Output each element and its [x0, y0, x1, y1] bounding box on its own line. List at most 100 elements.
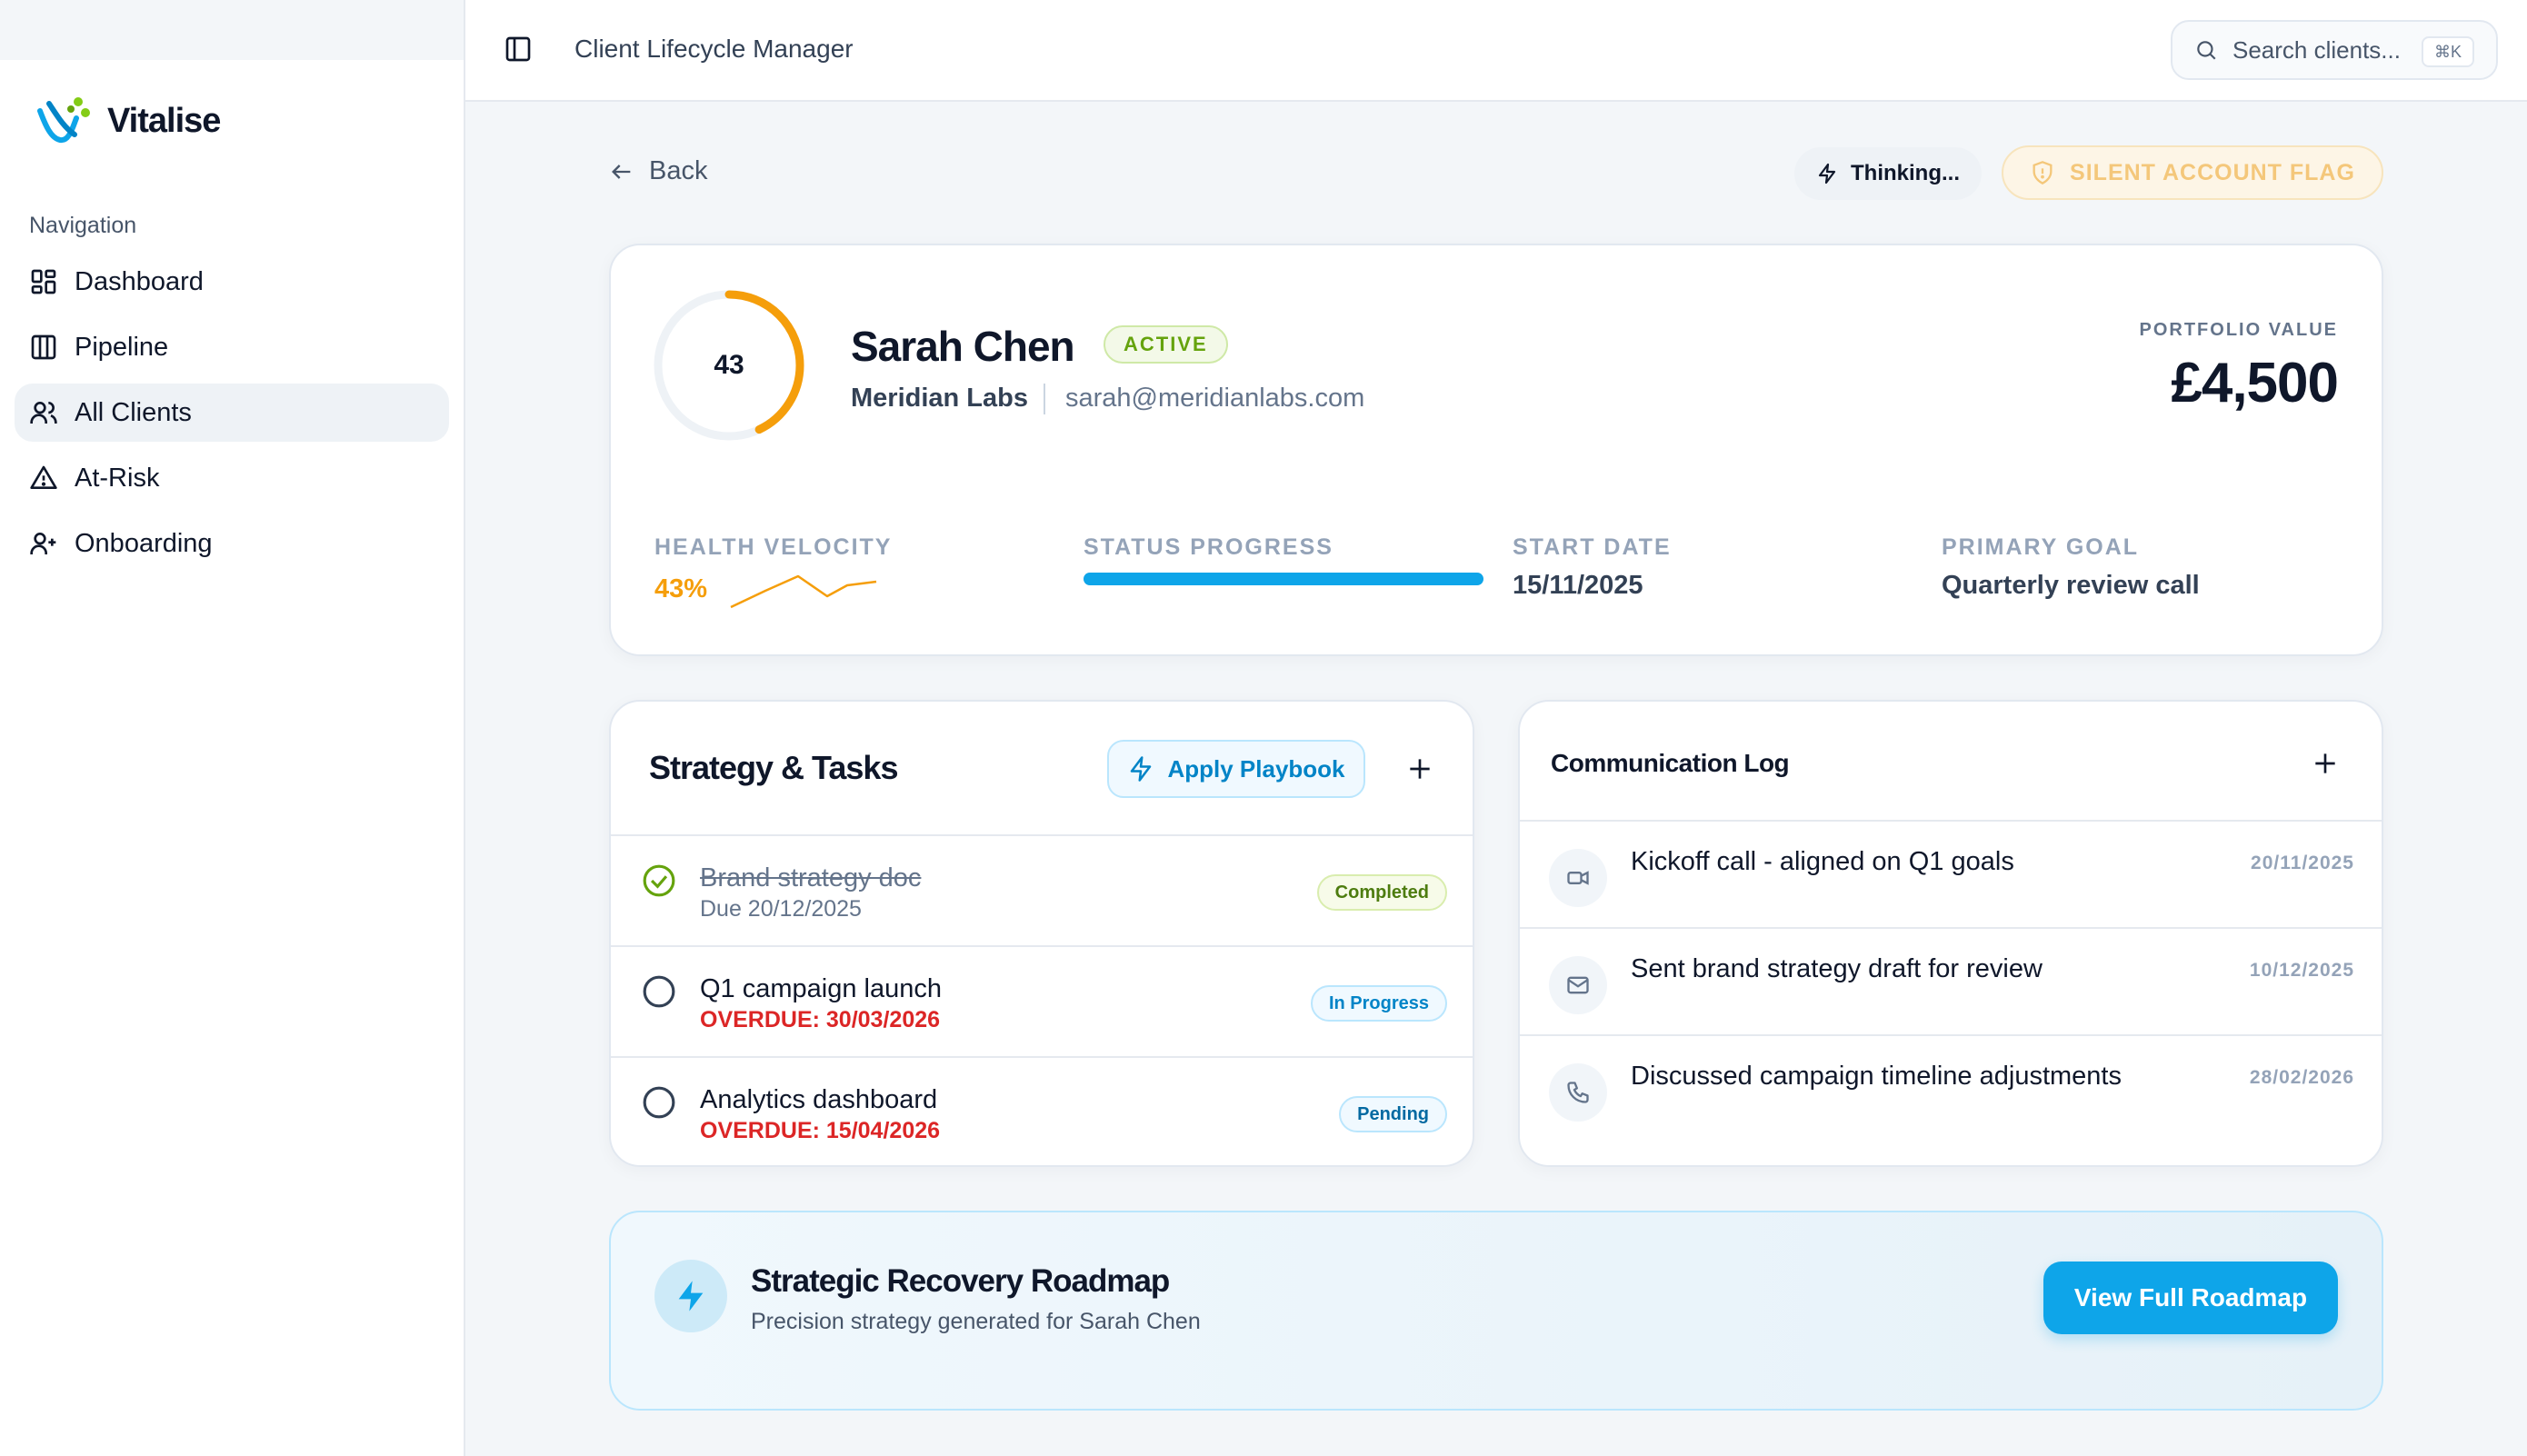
start-date-label: START DATE — [1513, 534, 1672, 560]
view-roadmap-button[interactable]: View Full Roadmap — [2043, 1262, 2338, 1334]
log-icon-wrap — [1549, 849, 1607, 907]
task-due: OVERDUE: 15/04/2026 — [700, 1118, 941, 1143]
add-task-icon[interactable] — [1405, 754, 1434, 783]
client-profile-card: 43 Sarah Chen ACTIVE Meridian Labs sarah… — [609, 244, 2383, 656]
sidebar-item-all-clients[interactable]: All Clients — [15, 384, 449, 442]
back-label: Back — [649, 156, 708, 185]
empty-circle-icon[interactable] — [642, 1085, 676, 1120]
apply-playbook-label: Apply Playbook — [1167, 754, 1345, 783]
divider — [1044, 384, 1045, 414]
sidebar: Vitalise Navigation Dashboard Pipeline A… — [0, 0, 465, 1456]
log-icon-wrap — [1549, 1063, 1607, 1122]
app-title: Client Lifecycle Manager — [574, 35, 854, 63]
empty-circle-icon[interactable] — [642, 974, 676, 1009]
velocity-value: 43% — [654, 574, 708, 603]
thinking-indicator: Thinking... — [1794, 147, 1982, 200]
task-due: OVERDUE: 30/03/2026 — [700, 1007, 941, 1032]
roadmap-subtitle: Precision strategy generated for Sarah C… — [751, 1309, 1201, 1334]
status-progress-fill — [1084, 573, 1483, 585]
tasks-title: Strategy & Tasks — [649, 749, 898, 786]
sidebar-item-dashboard[interactable]: Dashboard — [15, 253, 449, 311]
task-status-badge: In Progress — [1310, 985, 1447, 1022]
log-text: Discussed campaign timeline adjustments — [1631, 1062, 2122, 1091]
sidebar-item-label: Onboarding — [75, 528, 213, 558]
task-due: Due 20/12/2025 — [700, 896, 862, 922]
search-input[interactable]: Search clients... ⌘K — [2171, 20, 2498, 80]
log-text: Kickoff call - aligned on Q1 goals — [1631, 847, 2014, 876]
sidebar-item-onboarding[interactable]: Onboarding — [15, 514, 449, 573]
task-row[interactable]: Brand strategy doc Due 20/12/2025 Comple… — [611, 834, 1473, 945]
add-log-icon[interactable] — [2311, 749, 2340, 778]
status-badge: ACTIVE — [1104, 325, 1228, 364]
primary-goal-label: PRIMARY GOAL — [1942, 534, 2140, 560]
task-row[interactable]: Analytics dashboard OVERDUE: 15/04/2026 … — [611, 1056, 1473, 1165]
silent-account-flag-button[interactable]: SILENT ACCOUNT FLAG — [2002, 145, 2383, 200]
velocity-sparkline — [730, 574, 877, 609]
log-entry[interactable]: Sent brand strategy draft for review 10/… — [1520, 927, 2382, 1034]
top-header: Client Lifecycle Manager Search clients.… — [465, 0, 2527, 102]
lightning-icon — [678, 1281, 704, 1311]
columns-icon — [31, 334, 56, 360]
log-date: 28/02/2026 — [2249, 1067, 2354, 1088]
task-row[interactable]: Q1 campaign launch OVERDUE: 30/03/2026 I… — [611, 945, 1473, 1056]
silent-flag-label: SILENT ACCOUNT FLAG — [2070, 159, 2355, 185]
start-date-value: 15/11/2025 — [1513, 571, 1643, 600]
roadmap-icon-wrap — [654, 1260, 727, 1332]
video-icon — [1567, 871, 1589, 885]
grid-icon — [31, 269, 56, 294]
shield-alert-icon — [2033, 161, 2053, 184]
primary-goal-value: Quarterly review call — [1942, 571, 2200, 600]
sidebar-toggle-icon[interactable] — [504, 35, 533, 64]
task-status-badge: Pending — [1339, 1096, 1447, 1132]
log-date: 20/11/2025 — [2251, 853, 2354, 873]
sidebar-item-label: All Clients — [75, 397, 192, 427]
warning-icon — [30, 465, 57, 489]
search-icon — [2197, 41, 2216, 60]
log-entry[interactable]: Discussed campaign timeline adjustments … — [1520, 1034, 2382, 1142]
log-date: 10/12/2025 — [2249, 960, 2354, 981]
task-title: Q1 campaign launch — [700, 974, 942, 1003]
client-email[interactable]: sarah@meridianlabs.com — [1065, 384, 1364, 414]
search-placeholder: Search clients... — [2232, 35, 2401, 64]
health-score: 43 — [714, 350, 744, 380]
mail-icon — [1567, 976, 1589, 994]
status-progress-bar — [1084, 573, 1483, 585]
velocity-label: HEALTH VELOCITY — [654, 534, 893, 560]
sidebar-item-at-risk[interactable]: At-Risk — [15, 449, 449, 507]
comms-title: Communication Log — [1551, 749, 1790, 777]
apply-playbook-button[interactable]: Apply Playbook — [1107, 740, 1365, 798]
sidebar-top-band — [0, 0, 464, 60]
roadmap-title: Strategic Recovery Roadmap — [751, 1263, 1170, 1299]
sidebar-item-pipeline[interactable]: Pipeline — [15, 318, 449, 376]
portfolio-label: PORTFOLIO VALUE — [2139, 320, 2338, 340]
sidebar-item-label: Dashboard — [75, 266, 204, 296]
progress-label: STATUS PROGRESS — [1084, 534, 1333, 560]
vitalise-logo-icon — [37, 97, 90, 144]
search-shortcut: ⌘K — [2421, 36, 2474, 67]
back-button[interactable]: Back — [609, 156, 707, 186]
task-status-badge: Completed — [1316, 874, 1447, 911]
sidebar-item-label: At-Risk — [75, 463, 160, 493]
log-entry[interactable]: Kickoff call - aligned on Q1 goals 20/11… — [1520, 820, 2382, 927]
portfolio-value: £4,500 — [2171, 352, 2339, 414]
task-title: Brand strategy doc — [700, 863, 922, 893]
log-icon-wrap — [1549, 956, 1607, 1014]
user-plus-icon — [30, 533, 56, 554]
nav-heading: Navigation — [29, 213, 137, 238]
users-icon — [30, 402, 57, 424]
check-circle-icon[interactable] — [642, 863, 676, 898]
sidebar-nav: Dashboard Pipeline All Clients At-Risk O… — [15, 253, 449, 580]
log-text: Sent brand strategy draft for review — [1631, 954, 2043, 983]
lightning-icon — [1818, 163, 1836, 184]
task-title: Analytics dashboard — [700, 1085, 938, 1114]
phone-icon — [1567, 1082, 1589, 1103]
thinking-label: Thinking... — [1851, 161, 1960, 185]
brand-name: Vitalise — [107, 101, 221, 140]
brand[interactable]: Vitalise — [33, 91, 221, 151]
client-name: Sarah Chen — [851, 323, 1075, 370]
sidebar-item-label: Pipeline — [75, 332, 169, 362]
client-company: Meridian Labs — [851, 384, 1028, 413]
recovery-roadmap-banner: Strategic Recovery Roadmap Precision str… — [609, 1211, 2383, 1411]
arrow-left-icon — [612, 164, 631, 179]
strategy-tasks-card: Strategy & Tasks Apply Playbook Brand st… — [609, 700, 1474, 1167]
